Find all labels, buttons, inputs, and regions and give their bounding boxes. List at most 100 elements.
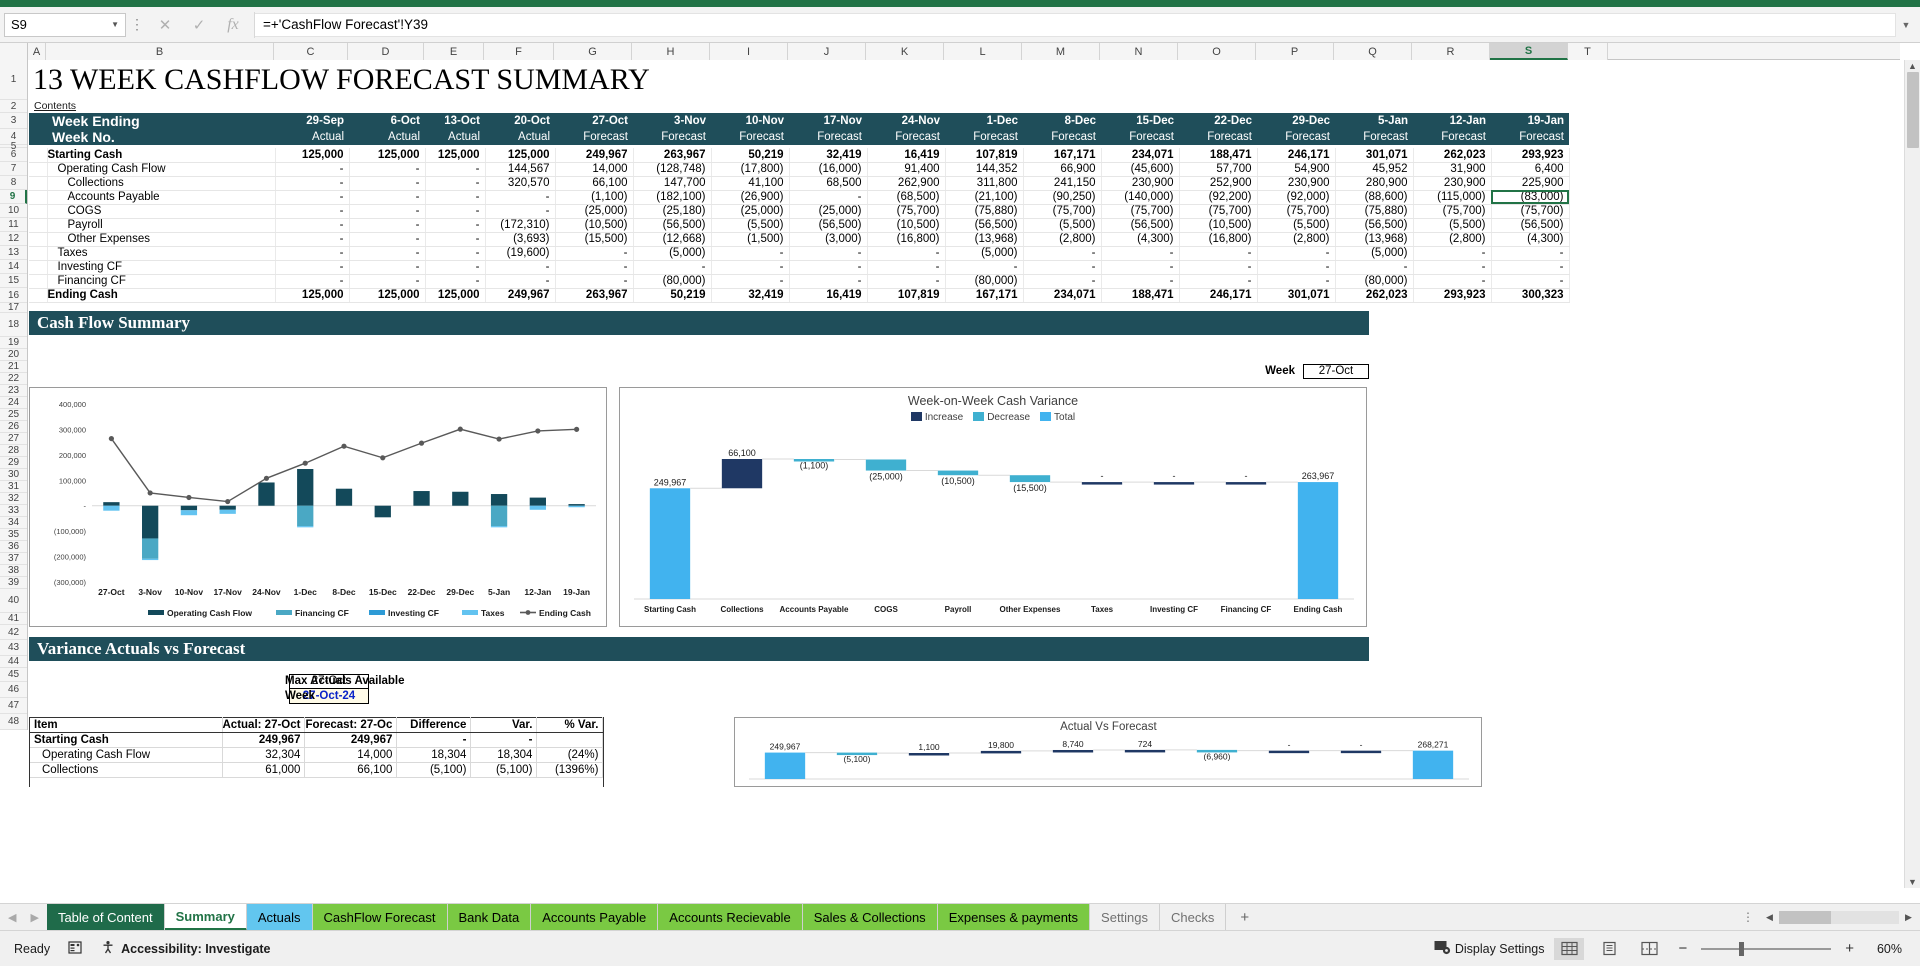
column-header-O[interactable]: O xyxy=(1178,43,1256,60)
cell-r6-c9[interactable]: (13,968) xyxy=(945,232,1023,246)
cell-r3-c1[interactable]: - xyxy=(349,190,425,204)
row-header-43[interactable]: 43 xyxy=(0,640,27,656)
column-header-R[interactable]: R xyxy=(1412,43,1490,60)
cell-r0-c8[interactable]: 16,419 xyxy=(867,148,945,162)
cancel-formula-icon[interactable]: ✕ xyxy=(148,12,182,38)
row-header-33[interactable]: 33 xyxy=(0,505,27,517)
cell-r0-c16[interactable]: 293,923 xyxy=(1491,148,1569,162)
cell-r3-c13[interactable]: (92,000) xyxy=(1257,190,1335,204)
cell-r7-c3[interactable]: (19,600) xyxy=(485,246,555,260)
cell-r2-c10[interactable]: 241,150 xyxy=(1023,176,1101,190)
row-header-38[interactable]: 38 xyxy=(0,565,27,577)
row-header-42[interactable]: 42 xyxy=(0,625,27,640)
cell-r5-c0[interactable]: - xyxy=(275,218,349,232)
cell-r0-c15[interactable]: 262,023 xyxy=(1413,148,1491,162)
cell-r6-c10[interactable]: (2,800) xyxy=(1023,232,1101,246)
cell-r6-c12[interactable]: (16,800) xyxy=(1179,232,1257,246)
name-box[interactable]: S9 ▼ xyxy=(4,13,126,37)
cell-r4-c6[interactable]: (25,000) xyxy=(711,204,789,218)
cell-r2-c2[interactable]: - xyxy=(425,176,485,190)
cell-r9-c4[interactable]: - xyxy=(555,274,633,288)
cell-r7-c16[interactable]: - xyxy=(1491,246,1569,260)
row-header-12[interactable]: 12 xyxy=(0,232,27,246)
cell-r10-c12[interactable]: 246,171 xyxy=(1179,288,1257,302)
cell-r7-c13[interactable]: - xyxy=(1257,246,1335,260)
cell-r0-c12[interactable]: 188,471 xyxy=(1179,148,1257,162)
cell-r2-c9[interactable]: 311,800 xyxy=(945,176,1023,190)
row-header-18[interactable]: 18 xyxy=(0,313,27,337)
row-header-7[interactable]: 7 xyxy=(0,162,27,176)
week-on-week-waterfall-chart[interactable]: Week-on-Week Cash Variance IncreaseDecre… xyxy=(619,387,1367,627)
row-header-6[interactable]: 6 xyxy=(0,148,27,162)
cell-r1-c15[interactable]: 31,900 xyxy=(1413,162,1491,176)
column-header-S[interactable]: S xyxy=(1490,43,1568,60)
sheet-tab-summary[interactable]: Summary xyxy=(165,904,247,931)
cell-r1-c14[interactable]: 45,952 xyxy=(1335,162,1413,176)
cell-r9-c9[interactable]: (80,000) xyxy=(945,274,1023,288)
variance-cell-r2-c4[interactable]: (1396%) xyxy=(537,762,603,777)
cell-r8-c4[interactable]: - xyxy=(555,260,633,274)
cell-r1-c4[interactable]: 14,000 xyxy=(555,162,633,176)
cell-r5-c4[interactable]: (10,500) xyxy=(555,218,633,232)
cell-r6-c7[interactable]: (3,000) xyxy=(789,232,867,246)
cell-r4-c2[interactable]: - xyxy=(425,204,485,218)
cell-r0-c1[interactable]: 125,000 xyxy=(349,148,425,162)
row-header-14[interactable]: 14 xyxy=(0,260,27,274)
cell-r9-c12[interactable]: - xyxy=(1179,274,1257,288)
cashflow-combo-chart[interactable]: 400,000300,000200,000100,000-(100,000)(2… xyxy=(29,387,607,627)
week-selector-value[interactable]: 27-Oct xyxy=(1303,364,1369,379)
cell-r3-c11[interactable]: (140,000) xyxy=(1101,190,1179,204)
actual-vs-forecast-chart[interactable]: Actual Vs Forecast 249,967(5,100)1,10019… xyxy=(734,717,1482,787)
cell-r1-c11[interactable]: (45,600) xyxy=(1101,162,1179,176)
variance-cell-r1-c3[interactable]: 18,304 xyxy=(471,747,537,762)
cell-r4-c1[interactable]: - xyxy=(349,204,425,218)
table-row[interactable]: Taxes---(19,600)-(5,000)---(5,000)----(5… xyxy=(29,246,1569,260)
column-header-G[interactable]: G xyxy=(554,43,632,60)
cell-r1-c0[interactable]: - xyxy=(275,162,349,176)
cell-r1-c16[interactable]: 6,400 xyxy=(1491,162,1569,176)
cell-r4-c11[interactable]: (75,700) xyxy=(1101,204,1179,218)
cell-r5-c6[interactable]: (5,500) xyxy=(711,218,789,232)
row-header-15[interactable]: 15 xyxy=(0,274,27,288)
record-macro-icon[interactable] xyxy=(68,940,83,958)
column-header-H[interactable]: H xyxy=(632,43,710,60)
table-row[interactable]: Starting Cash125,000125,000125,000125,00… xyxy=(29,148,1569,162)
cell-r3-c8[interactable]: (68,500) xyxy=(867,190,945,204)
page-layout-view-button[interactable] xyxy=(1594,938,1624,960)
cell-r6-c11[interactable]: (4,300) xyxy=(1101,232,1179,246)
cell-r0-c3[interactable]: 125,000 xyxy=(485,148,555,162)
row-header-27[interactable]: 27 xyxy=(0,433,27,445)
cell-r8-c8[interactable]: - xyxy=(867,260,945,274)
cell-r8-c1[interactable]: - xyxy=(349,260,425,274)
row-header-2[interactable]: 2 xyxy=(0,100,27,113)
cell-r8-c2[interactable]: - xyxy=(425,260,485,274)
cell-r0-c7[interactable]: 32,419 xyxy=(789,148,867,162)
sheet-tab-accounts-payable[interactable]: Accounts Payable xyxy=(531,904,658,931)
row-header-17[interactable]: 17 xyxy=(0,303,27,313)
cell-r9-c3[interactable]: - xyxy=(485,274,555,288)
column-header-D[interactable]: D xyxy=(348,43,424,60)
cell-r1-c13[interactable]: 54,900 xyxy=(1257,162,1335,176)
table-row[interactable]: COGS----(25,000)(25,180)(25,000)(25,000)… xyxy=(29,204,1569,218)
cell-r9-c15[interactable]: - xyxy=(1413,274,1491,288)
table-row[interactable]: Ending Cash125,000125,000125,000249,9672… xyxy=(29,288,1569,302)
row-header-22[interactable]: 22 xyxy=(0,373,27,385)
cell-r1-c5[interactable]: (128,748) xyxy=(633,162,711,176)
row-header-36[interactable]: 36 xyxy=(0,541,27,553)
cell-r4-c14[interactable]: (75,880) xyxy=(1335,204,1413,218)
row-header-1[interactable]: 1 xyxy=(0,60,27,100)
variance-row[interactable]: Operating Cash Flow32,30414,00018,30418,… xyxy=(30,747,603,762)
normal-view-button[interactable] xyxy=(1554,938,1584,960)
cell-r2-c16[interactable]: 225,900 xyxy=(1491,176,1569,190)
cell-r9-c0[interactable]: - xyxy=(275,274,349,288)
cell-r3-c14[interactable]: (88,600) xyxy=(1335,190,1413,204)
cell-r10-c11[interactable]: 188,471 xyxy=(1101,288,1179,302)
sheet-tab-table-of-content[interactable]: Table of Content xyxy=(47,904,165,931)
contents-link[interactable]: Contents xyxy=(29,100,1879,113)
cell-r5-c16[interactable]: (56,500) xyxy=(1491,218,1569,232)
tab-next-icon[interactable]: ▶ xyxy=(30,911,38,924)
cell-r2-c14[interactable]: 280,900 xyxy=(1335,176,1413,190)
cell-r5-c1[interactable]: - xyxy=(349,218,425,232)
cell-r10-c0[interactable]: 125,000 xyxy=(275,288,349,302)
cell-r3-c10[interactable]: (90,250) xyxy=(1023,190,1101,204)
